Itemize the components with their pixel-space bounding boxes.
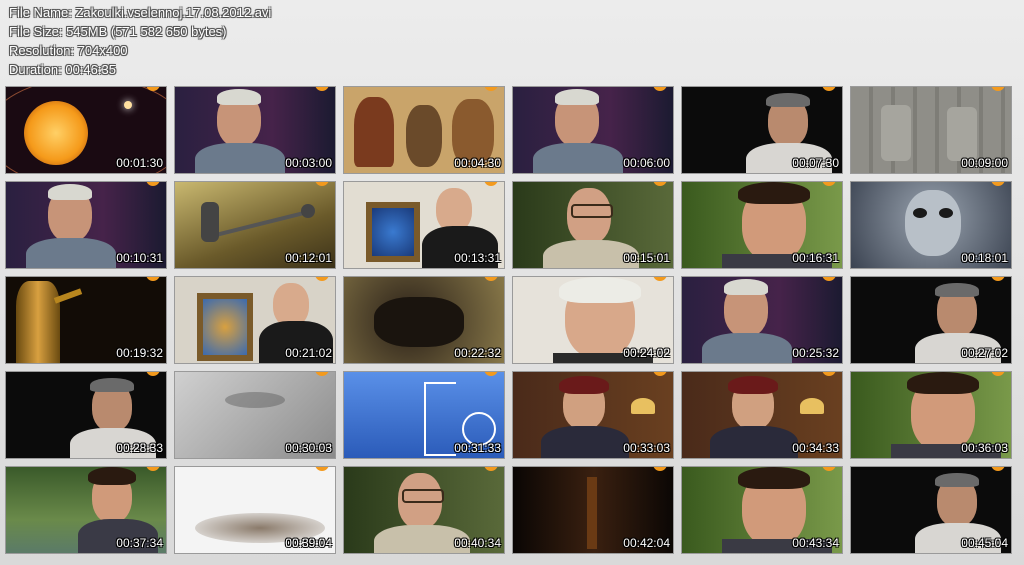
thumbnail-grid: 00:01:30 00:03:00 00:04:30 00:06:00 00:07:30…	[0, 0, 1024, 565]
thumbnail-timestamp: 00:19:32	[116, 346, 163, 360]
thumbnail-timestamp: 00:21:02	[285, 346, 332, 360]
thumbnail-timestamp: 00:42:04	[623, 536, 670, 550]
thumbnail-timestamp: 00:36:03	[961, 441, 1008, 455]
thumbnail-illustrated-warriors: 00:04:30	[343, 86, 505, 174]
thumbnail-blue-graphic: 00:31:33	[343, 371, 505, 459]
thumbnail-timestamp: 00:39:04	[285, 536, 332, 550]
thumbnail-man-glasses-forest: 00:40:34	[343, 466, 505, 554]
thumbnail-man-dark: 00:27:02	[850, 276, 1012, 364]
thumbnail-timestamp: 00:07:30	[792, 156, 839, 170]
thumbnail-timestamp: 00:24:02	[623, 346, 670, 360]
thumbnail-timestamp: 00:03:00	[285, 156, 332, 170]
thumbnail-man-closeup-white: 00:24:02	[512, 276, 674, 364]
thumbnail-woman-room: 00:34:33	[681, 371, 843, 459]
thumbnail-timestamp: 00:06:00	[623, 156, 670, 170]
thumbnail-timestamp: 00:13:31	[454, 251, 501, 265]
thumbnail-timestamp: 00:01:30	[116, 156, 163, 170]
thumbnail-dark-curtain: 00:42:04	[512, 466, 674, 554]
thumbnail-timestamp: 00:22:32	[454, 346, 501, 360]
thumbnail-man-closeup-forest: 00:16:31	[681, 181, 843, 269]
thumbnail-white-smoke: 00:39:04	[174, 466, 336, 554]
thumbnail-timestamp: 00:27:02	[961, 346, 1008, 360]
thumbnail-man-river: 00:37:34	[5, 466, 167, 554]
thumbnail-timestamp: 00:12:01	[285, 251, 332, 265]
thumbnail-man-dark: 00:45:04	[850, 466, 1012, 554]
thumbnail-gold-statue: 00:19:32	[5, 276, 167, 364]
thumbnail-sun-orbits: 00:01:30	[5, 86, 167, 174]
thumbnail-timestamp: 00:16:31	[792, 251, 839, 265]
thumbnail-timestamp: 00:30:03	[285, 441, 332, 455]
thumbnail-sky-object: 00:12:01	[174, 181, 336, 269]
thumbnail-timestamp: 00:43:34	[792, 536, 839, 550]
thumbnail-timestamp: 00:40:34	[454, 536, 501, 550]
thumbnail-timestamp: 00:34:33	[792, 441, 839, 455]
thumbnail-dark-creature: 00:22:32	[343, 276, 505, 364]
thumbnail-man-interview: 00:03:00	[174, 86, 336, 174]
thumbnail-man-interview: 00:06:00	[512, 86, 674, 174]
thumbnail-gray-surface: 00:30:03	[174, 371, 336, 459]
thumbnail-man-interview: 00:10:31	[5, 181, 167, 269]
thumbnail-man-dark: 00:28:33	[5, 371, 167, 459]
thumbnail-man-dark: 00:07:30	[681, 86, 843, 174]
thumbnail-man-lion-painting: 00:21:02	[174, 276, 336, 364]
thumbnail-timestamp: 00:28:33	[116, 441, 163, 455]
thumbnail-alien-figure: 00:18:01	[850, 181, 1012, 269]
thumbnail-man-closeup-forest: 00:36:03	[850, 371, 1012, 459]
thumbnail-man-interview: 00:25:32	[681, 276, 843, 364]
thumbnail-timestamp: 00:04:30	[454, 156, 501, 170]
thumbnail-man-fireplace: 00:13:31	[343, 181, 505, 269]
thumbnail-timestamp: 00:15:01	[623, 251, 670, 265]
thumbnail-timestamp: 00:37:34	[116, 536, 163, 550]
thumbnail-timestamp: 00:31:33	[454, 441, 501, 455]
thumbnail-timestamp: 00:10:31	[116, 251, 163, 265]
thumbnail-timestamp: 00:09:00	[961, 156, 1008, 170]
thumbnail-timestamp: 00:25:32	[792, 346, 839, 360]
thumbnail-timestamp: 00:33:03	[623, 441, 670, 455]
thumbnail-timestamp: 00:18:01	[961, 251, 1008, 265]
thumbnail-stone-relief: 00:09:00	[850, 86, 1012, 174]
thumbnail-man-glasses-forest: 00:15:01	[512, 181, 674, 269]
thumbnail-woman-room: 00:33:03	[512, 371, 674, 459]
thumbnail-man-closeup-forest: 00:43:34	[681, 466, 843, 554]
thumbnail-timestamp: 00:45:04	[961, 536, 1008, 550]
